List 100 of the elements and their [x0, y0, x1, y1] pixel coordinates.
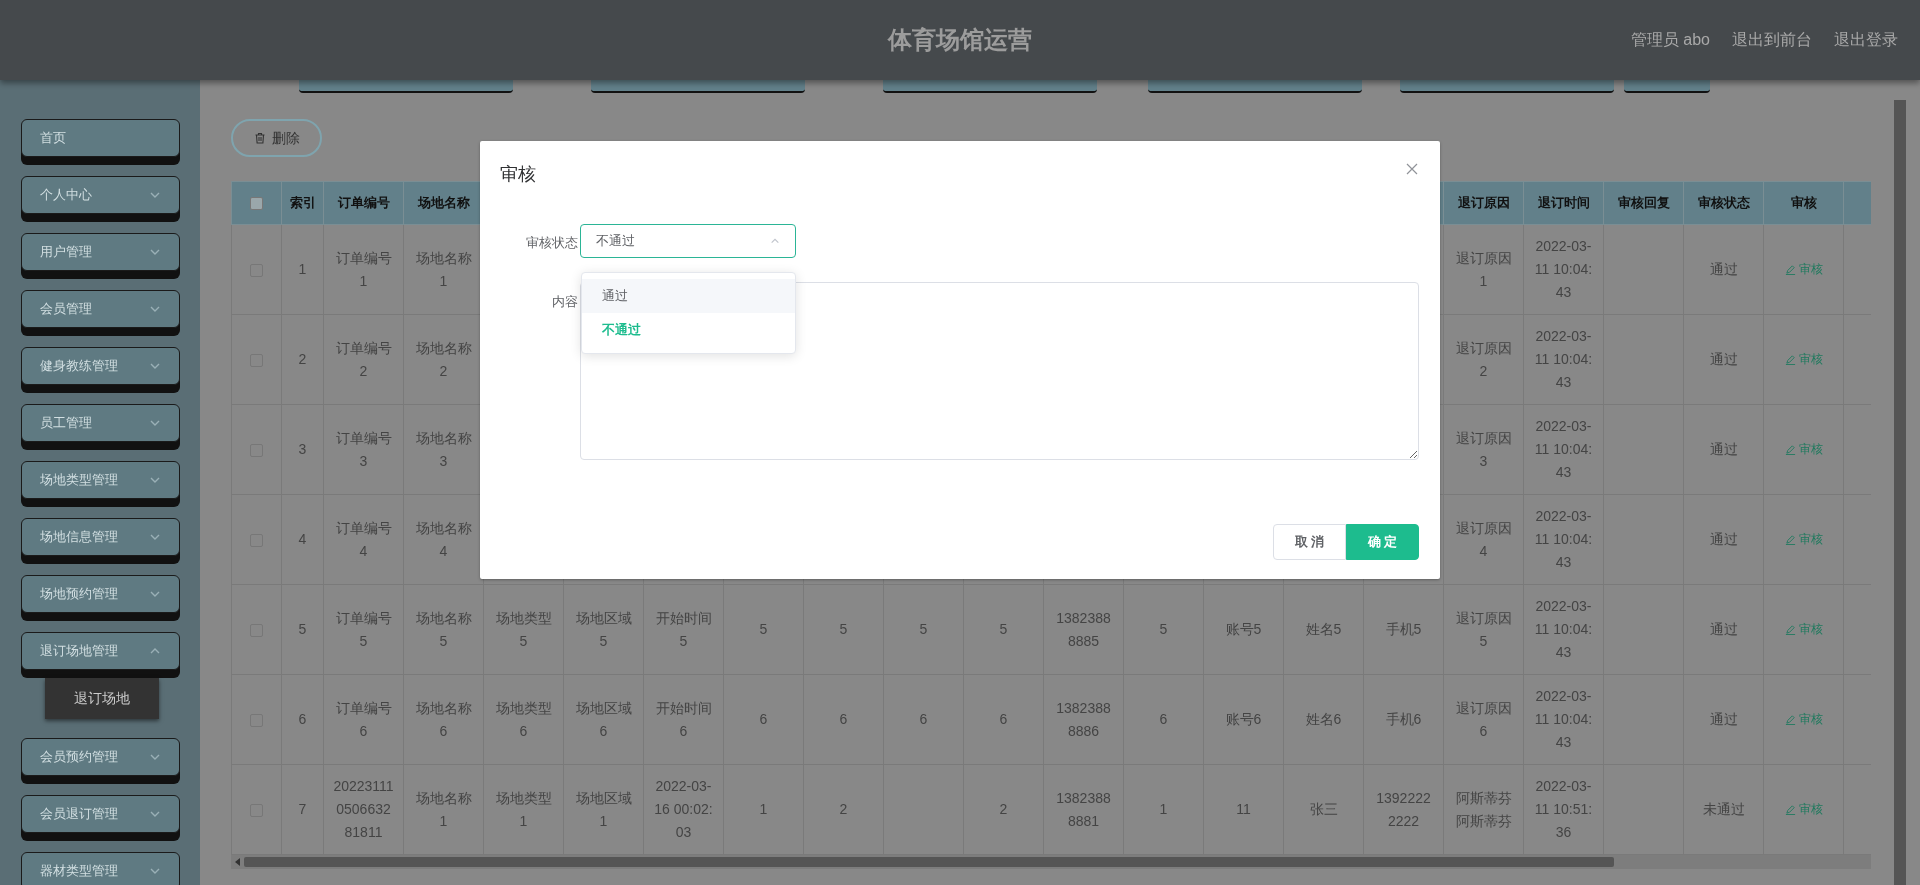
column-header: 退订原因	[1457, 195, 1510, 211]
table-cell: 11	[1236, 801, 1251, 817]
pencil-icon	[1784, 443, 1796, 455]
table-cell: 4	[298, 531, 307, 547]
table-cell: 5	[298, 621, 307, 637]
table-cell: 2022-03-11 10:04:43	[1534, 598, 1593, 660]
table-cell: 场地类型1	[495, 789, 552, 829]
table-cell: 5	[759, 621, 768, 637]
search-button[interactable]	[1624, 80, 1710, 93]
table-cell: 退订原因1	[1455, 249, 1512, 289]
horizontal-scrollbar[interactable]	[231, 855, 1871, 869]
confirm-button[interactable]: 确 定	[1346, 524, 1419, 560]
table-cell: 场地区域6	[575, 699, 632, 739]
table-cell: 场地名称2	[415, 339, 472, 379]
submenu-item[interactable]: 退订场地	[45, 678, 159, 719]
table-cell: 手机6	[1385, 711, 1422, 727]
table-cell: 13823888886	[1056, 699, 1111, 739]
filter-field[interactable]	[1400, 80, 1614, 93]
table-cell: 通过	[1709, 621, 1738, 637]
table-cell: 5	[919, 621, 928, 637]
table-cell: 1	[298, 261, 307, 277]
vertical-scrollbar[interactable]	[1894, 100, 1906, 885]
table-cell: 场地名称3	[415, 429, 472, 469]
header-checkbox[interactable]	[250, 197, 263, 211]
table-cell: 退订原因3	[1455, 429, 1512, 469]
table-cell: 账号5	[1225, 621, 1262, 637]
column-header: 审核回复	[1617, 195, 1670, 211]
cancel-button[interactable]: 取 消	[1273, 524, 1346, 560]
table-cell: 场地名称4	[415, 519, 472, 559]
table-cell: 通过	[1709, 351, 1738, 367]
table-cell: 场地名称1	[415, 789, 472, 829]
pencil-icon	[1784, 803, 1796, 815]
filter-field[interactable]	[591, 80, 805, 93]
table-cell: 3	[298, 441, 307, 457]
header-link[interactable]: 退出登录	[1834, 28, 1898, 52]
table-cell: 场地名称1	[415, 249, 472, 289]
table-cell: 2	[298, 351, 307, 367]
table-cell: 姓名6	[1305, 711, 1342, 727]
table-cell: 开始时间5	[655, 609, 712, 649]
table-cell: 订单编号3	[335, 429, 392, 469]
filter-field[interactable]	[883, 80, 1097, 93]
table-cell: 退订原因5	[1455, 609, 1512, 649]
table-cell: 姓名5	[1305, 621, 1342, 637]
table-cell: 2022-03-16 00:02:03	[654, 778, 713, 840]
table-cell: 通过	[1709, 261, 1738, 277]
close-icon[interactable]	[1406, 163, 1418, 175]
column-header: 审核	[1790, 195, 1817, 211]
table-cell: 通过	[1709, 531, 1738, 547]
table-cell: 6	[999, 711, 1008, 727]
table-cell: 订单编号5	[335, 609, 392, 649]
status-select[interactable]: 不通过	[580, 224, 796, 258]
table-cell: 6	[839, 711, 848, 727]
table-cell: 7	[298, 801, 307, 817]
field-label: 审核状态	[526, 234, 578, 252]
pencil-icon	[1784, 533, 1796, 545]
table-cell: 手机5	[1385, 621, 1422, 637]
table-cell: 场地名称6	[415, 699, 472, 739]
table-cell: 13823888881	[1056, 789, 1111, 829]
dropdown-option[interactable]: 通过	[582, 279, 795, 313]
user-label: 管理员 abo	[1630, 30, 1710, 50]
column-header: 退订时间	[1537, 195, 1590, 211]
table-cell: 阿斯蒂芬阿斯蒂芬	[1455, 789, 1512, 829]
delete-button[interactable]: 删除	[231, 119, 322, 157]
dialog-title: 审核	[500, 163, 536, 186]
dropdown-option[interactable]: 不通过	[582, 313, 795, 347]
table-cell: 场地区域5	[575, 609, 632, 649]
table-cell: 1	[1159, 801, 1168, 817]
table-cell: 5	[1159, 621, 1168, 637]
pencil-icon	[1784, 353, 1796, 365]
sidebar-item[interactable]: 器材类型管理	[21, 852, 180, 885]
column-header: 索引	[289, 195, 316, 211]
column-header: 场地名称	[417, 195, 470, 211]
table-cell: 2	[839, 801, 848, 817]
header-link[interactable]: 退出到前台	[1732, 28, 1812, 52]
table-cell: 订单编号4	[335, 519, 392, 559]
table-cell: 5	[839, 621, 848, 637]
table-cell: 通过	[1709, 441, 1738, 457]
table-cell: 通过	[1709, 711, 1738, 727]
table-cell: 场地类型5	[495, 609, 552, 649]
table-cell: 6	[759, 711, 768, 727]
table-cell: 1	[759, 801, 768, 817]
pencil-icon	[1784, 263, 1796, 275]
table-cell: 订单编号1	[335, 249, 392, 289]
table-cell: 开始时间6	[655, 699, 712, 739]
table-cell: 6	[1159, 711, 1168, 727]
table-cell: 2022-03-11 10:51:36	[1534, 778, 1593, 840]
table-cell: 2022-03-11 10:04:43	[1534, 418, 1593, 480]
filter-field[interactable]	[1148, 80, 1362, 93]
content-textarea[interactable]	[580, 282, 1419, 460]
filter-field[interactable]	[299, 80, 513, 93]
table-cell: 场地区域1	[575, 789, 632, 829]
table-cell: 2022-03-11 10:04:43	[1534, 328, 1593, 390]
table-cell: 账号6	[1225, 711, 1262, 727]
table-cell: 5	[999, 621, 1008, 637]
table-cell: 场地名称5	[415, 609, 472, 649]
app-title: 体育场馆运营	[888, 25, 1032, 55]
table-cell: 退订原因6	[1455, 699, 1512, 739]
table-cell: 订单编号6	[335, 699, 392, 739]
column-header: 订单编号	[337, 195, 390, 211]
table-cell: 退订原因4	[1455, 519, 1512, 559]
